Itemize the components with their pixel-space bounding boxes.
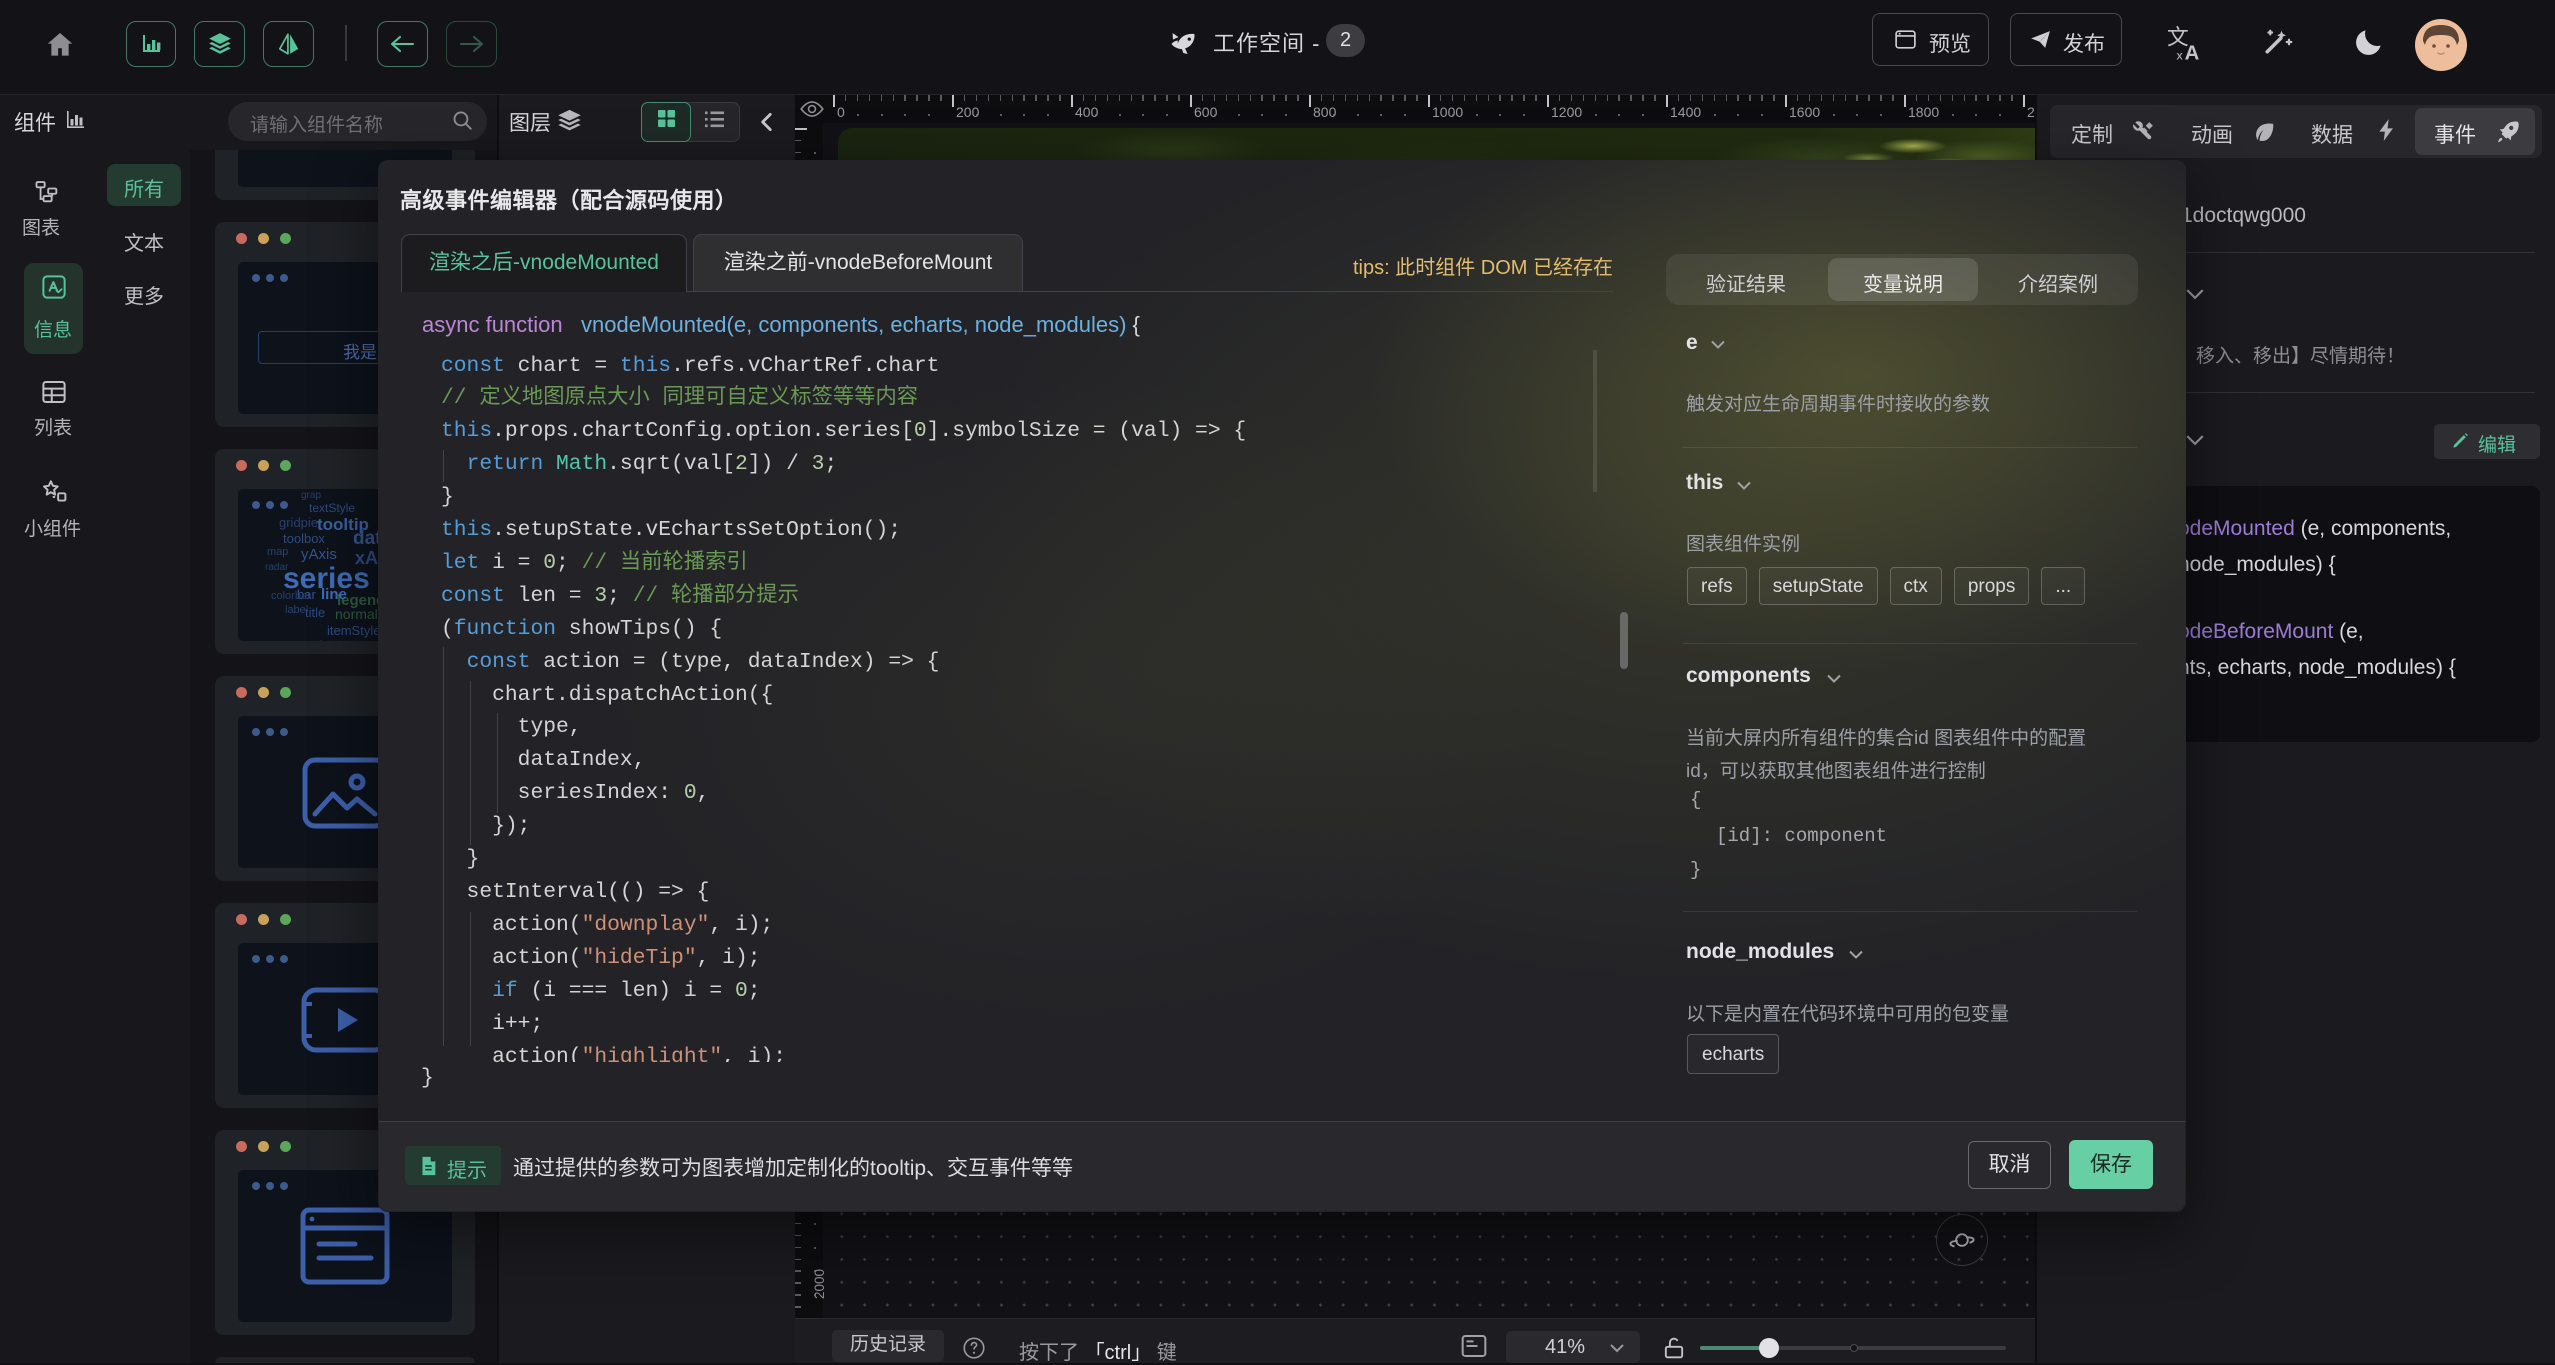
svg-text:A: A bbox=[2185, 42, 2200, 62]
svg-text:x: x bbox=[2177, 48, 2183, 62]
